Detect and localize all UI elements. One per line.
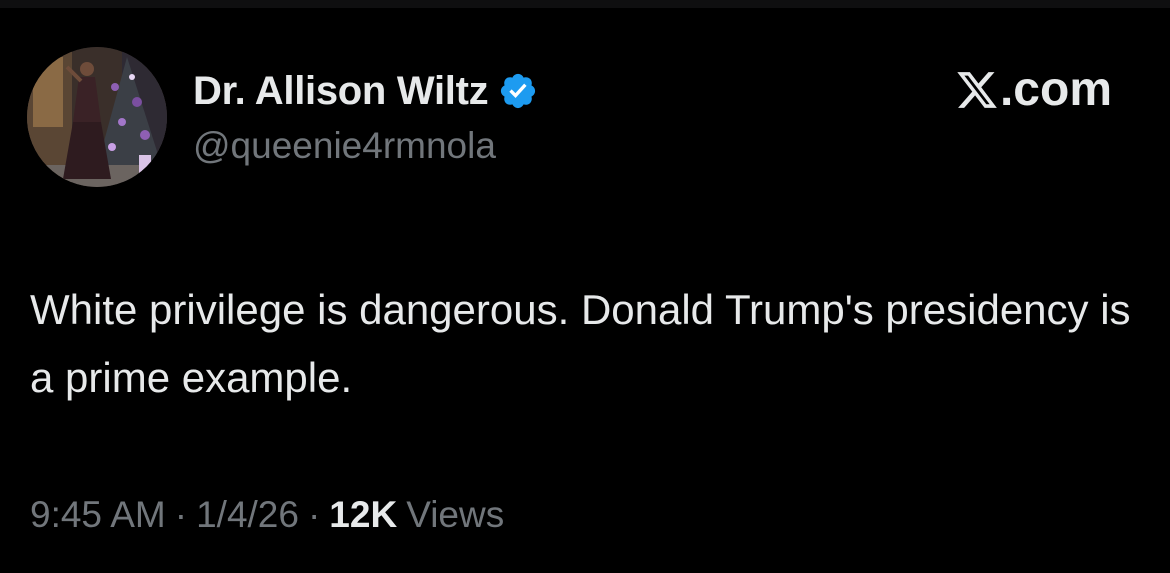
post-time[interactable]: 9:45 AM <box>30 494 166 536</box>
post-meta: 9:45 AM · 1/4/26 · 12K Views <box>30 494 504 536</box>
author-name-row: Dr. Allison Wiltz <box>193 64 538 118</box>
views-count[interactable]: 12K <box>329 494 397 536</box>
post-date[interactable]: 1/4/26 <box>196 494 299 536</box>
brand-domain-label: .com <box>999 63 1112 116</box>
meta-separator: · <box>307 494 321 535</box>
meta-separator: · <box>174 494 188 535</box>
avatar-image <box>27 47 167 187</box>
avatar[interactable] <box>27 47 167 187</box>
verified-badge-icon <box>498 71 538 111</box>
author-display-name[interactable]: Dr. Allison Wiltz <box>193 69 489 114</box>
author-handle[interactable]: @queenie4rmnola <box>193 125 496 167</box>
x-logo-icon <box>955 68 999 112</box>
brand-logo: .com <box>955 62 1112 117</box>
post-text: White privilege is dangerous. Donald Tru… <box>30 286 1131 401</box>
views-label: Views <box>406 494 505 535</box>
tweet-card: Dr. Allison Wiltz @queenie4rmnola .com W… <box>0 0 1170 573</box>
